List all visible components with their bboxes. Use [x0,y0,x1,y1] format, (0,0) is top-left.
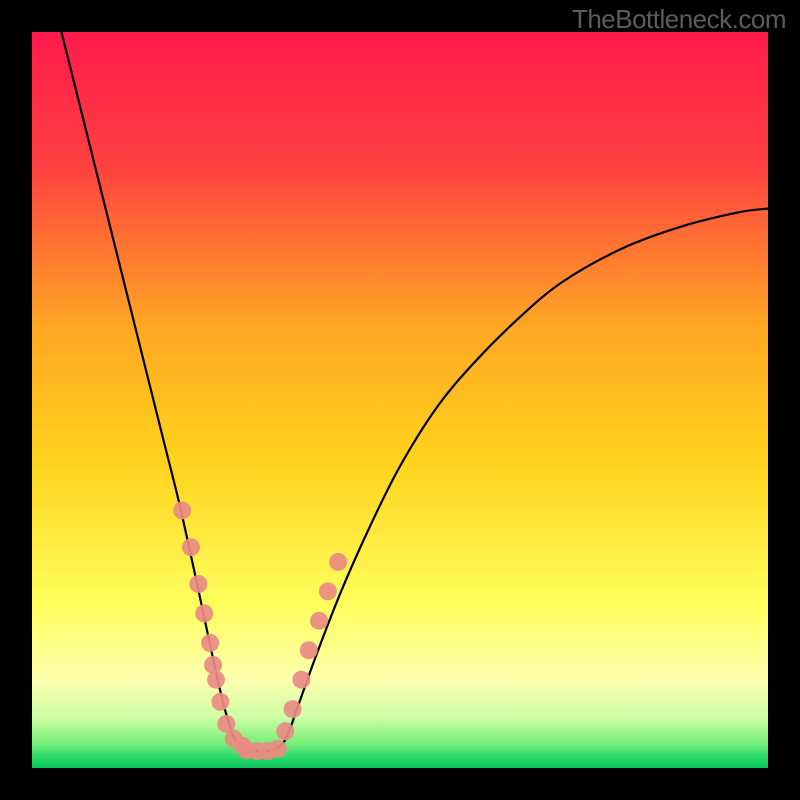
data-point [329,553,347,571]
watermark-text: TheBottleneck.com [572,4,786,35]
data-point [284,700,302,718]
chart-svg [0,0,800,800]
data-point [195,604,213,622]
data-point [269,740,287,758]
chart-stage: TheBottleneck.com [0,0,800,800]
data-point [276,722,294,740]
data-point [310,612,328,630]
data-point [201,634,219,652]
data-point [211,693,229,711]
data-point [319,582,337,600]
data-point [182,538,200,556]
data-point [189,575,207,593]
data-point [300,641,318,659]
data-point [292,671,310,689]
data-point [173,501,191,519]
data-point [207,671,225,689]
plot-background [32,32,768,768]
